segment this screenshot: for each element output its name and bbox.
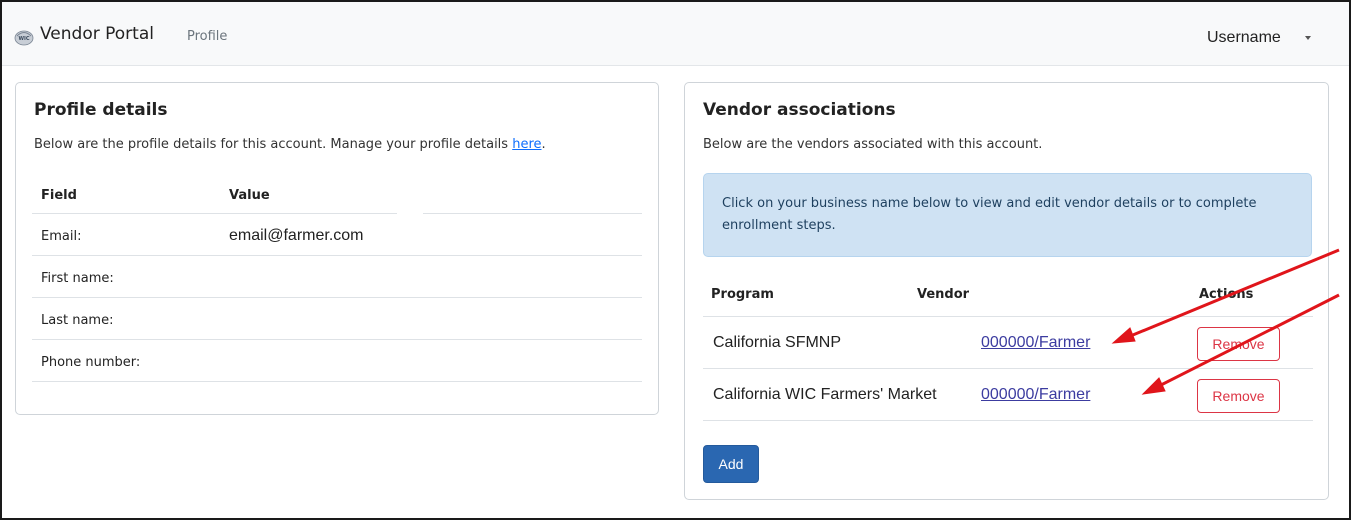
vendor-link[interactable]: 000000/Farmer bbox=[981, 334, 1090, 352]
table-row: Last name: bbox=[32, 298, 642, 340]
user-menu-dropdown[interactable]: Username bbox=[1207, 26, 1311, 50]
program-name: California WIC Farmers' Market bbox=[713, 386, 937, 403]
table-header-row: Field Value bbox=[32, 175, 642, 214]
profile-subtitle-end: . bbox=[541, 137, 546, 152]
column-header-field: Field bbox=[41, 188, 77, 203]
vendor-table: Program Vendor Actions California SFMNP … bbox=[703, 272, 1313, 421]
table-row: First name: bbox=[32, 256, 642, 298]
table-row: Email: email@farmer.com bbox=[32, 214, 642, 256]
profile-details-card: Profile details Below are the profile de… bbox=[15, 82, 659, 415]
remove-button[interactable]: Remove bbox=[1197, 327, 1280, 361]
svg-text:WIC: WIC bbox=[18, 36, 29, 42]
brand-name[interactable]: Vendor Portal bbox=[40, 24, 154, 44]
column-header-value: Value bbox=[229, 188, 270, 203]
profile-table: Field Value Email: email@farmer.com Firs… bbox=[32, 175, 642, 382]
column-header-program: Program bbox=[711, 287, 774, 302]
field-label-email: Email: bbox=[41, 229, 82, 244]
field-label-last-name: Last name: bbox=[41, 313, 114, 328]
breadcrumb-profile[interactable]: Profile bbox=[187, 29, 227, 44]
remove-button[interactable]: Remove bbox=[1197, 379, 1280, 413]
field-label-phone-number: Phone number: bbox=[41, 355, 141, 370]
info-alert-text: Click on your business name below to vie… bbox=[722, 196, 1257, 233]
profile-details-subtitle: Below are the profile details for this a… bbox=[34, 137, 546, 152]
field-label-first-name: First name: bbox=[41, 271, 114, 286]
vendor-link[interactable]: 000000/Farmer bbox=[981, 386, 1090, 404]
wic-logo-icon[interactable]: WIC bbox=[14, 27, 34, 47]
top-navbar: WIC Vendor Portal Profile Username bbox=[2, 2, 1349, 66]
vendor-associations-subtitle: Below are the vendors associated with th… bbox=[703, 137, 1043, 152]
field-value-email: email@farmer.com bbox=[229, 227, 364, 244]
table-row: California WIC Farmers' Market 000000/Fa… bbox=[703, 369, 1313, 421]
info-alert: Click on your business name below to vie… bbox=[703, 173, 1312, 257]
vendor-associations-card: Vendor associations Below are the vendor… bbox=[684, 82, 1329, 500]
username-label: Username bbox=[1207, 29, 1281, 46]
program-name: California SFMNP bbox=[713, 334, 842, 351]
manage-profile-link[interactable]: here bbox=[512, 137, 541, 152]
chevron-down-icon bbox=[1304, 36, 1311, 40]
table-header-row: Program Vendor Actions bbox=[703, 272, 1313, 317]
column-header-actions: Actions bbox=[1199, 287, 1254, 302]
profile-details-title: Profile details bbox=[34, 100, 168, 120]
vendor-associations-title: Vendor associations bbox=[703, 100, 896, 120]
add-vendor-button[interactable]: Add bbox=[703, 445, 759, 483]
table-row: California SFMNP 000000/Farmer Remove bbox=[703, 317, 1313, 369]
profile-subtitle-text: Below are the profile details for this a… bbox=[34, 137, 509, 152]
table-row: Phone number: bbox=[32, 340, 642, 382]
column-header-vendor: Vendor bbox=[917, 287, 970, 302]
